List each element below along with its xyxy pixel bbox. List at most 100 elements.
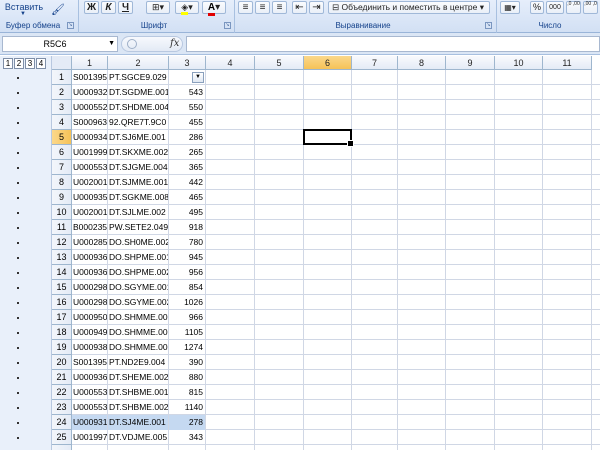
cell[interactable]: U0005532 bbox=[72, 160, 107, 175]
row-header[interactable]: 14 bbox=[52, 265, 72, 280]
cell[interactable]: DT.SHBME.002 bbox=[108, 400, 168, 415]
row-header[interactable]: 12 bbox=[52, 235, 72, 250]
font-launcher-icon[interactable]: ↘ bbox=[224, 22, 231, 29]
row-header[interactable]: 2 bbox=[52, 85, 72, 100]
row-header[interactable]: 6 bbox=[52, 145, 72, 160]
cell[interactable]: 1026 bbox=[169, 295, 205, 310]
cell[interactable]: 880 bbox=[169, 370, 205, 385]
row-header[interactable]: 24 bbox=[52, 415, 72, 430]
cell[interactable]: 966 bbox=[169, 310, 205, 325]
column-header[interactable]: 8 bbox=[398, 56, 446, 70]
cell[interactable]: DT.SGKME.008 bbox=[108, 190, 168, 205]
row-header[interactable]: 17 bbox=[52, 310, 72, 325]
cell[interactable]: 390 bbox=[169, 355, 205, 370]
underline-button[interactable]: Ч bbox=[118, 1, 133, 14]
cell[interactable]: S0009639 bbox=[72, 115, 107, 130]
cell[interactable]: DT.SKXME.002 bbox=[108, 145, 168, 160]
column-header[interactable]: 7 bbox=[352, 56, 398, 70]
outline-level-button[interactable]: 3 bbox=[25, 58, 35, 69]
column-header[interactable]: 6 bbox=[304, 56, 352, 70]
row-header[interactable]: 8 bbox=[52, 175, 72, 190]
row-header[interactable]: 13 bbox=[52, 250, 72, 265]
decrease-indent-button[interactable]: ⇤ bbox=[292, 1, 307, 14]
paste-dropdown-icon[interactable]: ▼ bbox=[16, 10, 30, 19]
column-header[interactable]: 10 bbox=[495, 56, 543, 70]
thousands-button[interactable]: 000 bbox=[546, 1, 564, 14]
cell[interactable]: DT.SJGME.004 bbox=[108, 160, 168, 175]
cell[interactable]: 442 bbox=[169, 175, 205, 190]
align-left-button[interactable]: ≡ bbox=[238, 1, 253, 14]
cell[interactable]: B0002355 bbox=[72, 220, 107, 235]
row-header[interactable]: 3 bbox=[52, 100, 72, 115]
filter-dropdown-icon[interactable]: ▼ bbox=[192, 72, 204, 83]
column-header[interactable]: 2 bbox=[108, 56, 169, 70]
cell[interactable]: 455 bbox=[169, 115, 205, 130]
cell[interactable]: 286 bbox=[169, 130, 205, 145]
outline-level-button[interactable]: 4 bbox=[36, 58, 46, 69]
row-header[interactable]: 1 bbox=[52, 70, 72, 85]
bold-button[interactable]: Ж bbox=[84, 1, 99, 14]
row-header[interactable]: 20 bbox=[52, 355, 72, 370]
cell[interactable]: U0009360 bbox=[72, 370, 107, 385]
cell[interactable]: U0019971 bbox=[72, 430, 107, 445]
cell[interactable]: 945 bbox=[169, 250, 205, 265]
cell[interactable]: U0009342 bbox=[72, 130, 107, 145]
row-header[interactable]: 15 bbox=[52, 280, 72, 295]
fill-color-button[interactable]: ◈▾ bbox=[175, 1, 199, 15]
alignment-launcher-icon[interactable]: ↘ bbox=[485, 22, 492, 29]
column-header[interactable]: 9 bbox=[446, 56, 495, 70]
cell[interactable]: U0019997 bbox=[72, 145, 107, 160]
cell[interactable]: U0009366 bbox=[72, 250, 107, 265]
active-cell[interactable] bbox=[303, 129, 354, 147]
cell[interactable]: DO.SGYME.002 bbox=[108, 295, 168, 310]
row-header[interactable]: 23 bbox=[52, 400, 72, 415]
spreadsheet-grid[interactable]: 12345678910111S0013958PT.SGCE9.02942U000… bbox=[52, 56, 600, 450]
cell[interactable]: DT.SHEME.002 bbox=[108, 370, 168, 385]
align-right-button[interactable]: ≡ bbox=[272, 1, 287, 14]
row-header[interactable] bbox=[52, 445, 72, 450]
cell[interactable]: DO.SHMME.002 bbox=[108, 325, 168, 340]
cell[interactable]: 854 bbox=[169, 280, 205, 295]
cell[interactable]: 815 bbox=[169, 385, 205, 400]
merge-center-button[interactable]: ⊟ Объединить и поместить в центре ▾ bbox=[328, 1, 490, 14]
row-header[interactable]: 25 bbox=[52, 430, 72, 445]
row-header[interactable]: 22 bbox=[52, 385, 72, 400]
cell[interactable]: PT.SGCE9.029 bbox=[108, 70, 168, 85]
row-header[interactable]: 4 bbox=[52, 115, 72, 130]
cell[interactable]: DT.SHDME.004 bbox=[108, 100, 168, 115]
cell[interactable]: PT.ND2E9.004 bbox=[108, 355, 168, 370]
cell[interactable]: 92.QRE7T.9C0 bbox=[108, 115, 168, 130]
cell[interactable]: DT.SJLME.002 bbox=[108, 205, 168, 220]
outline-level-button[interactable]: 2 bbox=[14, 58, 24, 69]
row-header[interactable]: 9 bbox=[52, 190, 72, 205]
cell[interactable]: U0009350 bbox=[72, 190, 107, 205]
cell[interactable]: S0013958 bbox=[72, 70, 107, 85]
cell[interactable]: DO.SHPME.001 bbox=[108, 250, 168, 265]
cell[interactable]: 365 bbox=[169, 160, 205, 175]
cell[interactable]: 1274 bbox=[169, 340, 205, 355]
column-header[interactable]: 5 bbox=[255, 56, 304, 70]
format-painter-icon[interactable]: 🖌 bbox=[50, 2, 65, 16]
percent-button[interactable]: % bbox=[530, 1, 544, 14]
increase-indent-button[interactable]: ⇥ bbox=[309, 1, 324, 14]
cell[interactable]: 543 bbox=[169, 85, 205, 100]
cell[interactable]: DO.SHPME.002 bbox=[108, 265, 168, 280]
cell[interactable]: U0009506 bbox=[72, 310, 107, 325]
cell[interactable]: U0009388 bbox=[72, 340, 107, 355]
cell[interactable]: 550 bbox=[169, 100, 205, 115]
cell[interactable]: 918 bbox=[169, 220, 205, 235]
cell[interactable]: DO.SHMME.003 bbox=[108, 340, 168, 355]
outline-level-button[interactable]: 1 bbox=[3, 58, 13, 69]
cell[interactable]: U0002982 bbox=[72, 280, 107, 295]
decrease-decimal-button[interactable]: ,00 ,0 bbox=[583, 1, 598, 14]
cell[interactable]: U0002859 bbox=[72, 235, 107, 250]
cell[interactable]: 495 bbox=[169, 205, 205, 220]
cell[interactable]: DT.SGDME.001 bbox=[108, 85, 168, 100]
cell[interactable]: U0005536 bbox=[72, 400, 107, 415]
name-box[interactable]: R5C6 ▼ bbox=[2, 36, 118, 52]
cell[interactable]: DT.SJ4ME.001 bbox=[108, 415, 168, 430]
cell[interactable]: DT.SJMME.001 bbox=[108, 175, 168, 190]
cell[interactable]: U0005534 bbox=[72, 385, 107, 400]
align-center-button[interactable]: ≡ bbox=[255, 1, 270, 14]
cell[interactable]: DO.SH0ME.002 bbox=[108, 235, 168, 250]
